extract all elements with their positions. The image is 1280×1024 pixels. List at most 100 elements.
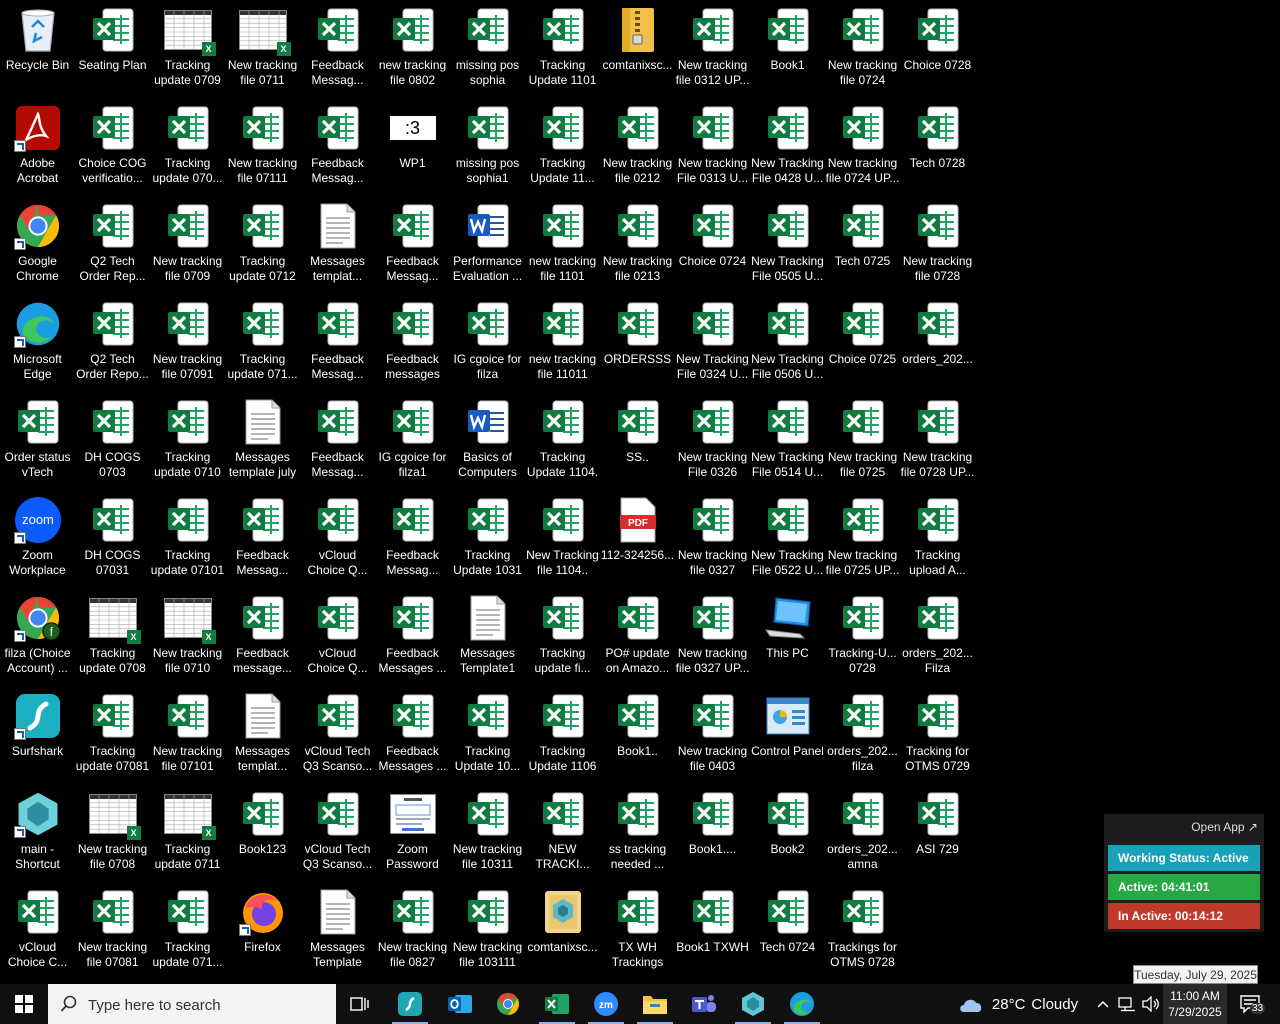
taskbar-surfshark[interactable] — [386, 984, 434, 1024]
desktop-icon[interactable]: Adobe Acrobat — [0, 98, 75, 196]
desktop-icon[interactable]: Book123 — [225, 784, 300, 882]
desktop-icon[interactable]: orders_202... — [900, 294, 975, 392]
desktop-icon[interactable]: Tracking Update 1104. — [525, 392, 600, 490]
desktop-icon[interactable]: New tracking file 0725 — [825, 392, 900, 490]
desktop-icon[interactable]: New tracking file 0212 — [600, 98, 675, 196]
desktop-icon[interactable]: Feedback Messag... — [300, 294, 375, 392]
desktop-icon[interactable]: Tracking update 070... — [150, 98, 225, 196]
desktop-icon[interactable]: Performance Evaluation ... — [450, 196, 525, 294]
desktop-icon[interactable]: Order status vTech — [0, 392, 75, 490]
desktop-icon[interactable]: New tracking File 0313 U... — [675, 98, 750, 196]
notification-center-button[interactable]: 33 — [1232, 984, 1268, 1024]
desktop-icon[interactable]: Book1 — [750, 0, 825, 98]
desktop-icon[interactable]: Tracking update 0712 — [225, 196, 300, 294]
taskbar-main-app[interactable] — [729, 984, 777, 1024]
desktop-icon[interactable]: Feedback Messag... — [375, 196, 450, 294]
taskbar-chrome[interactable] — [484, 984, 532, 1024]
desktop-icon[interactable]: X New tracking file 0711 — [225, 0, 300, 98]
weather-widget[interactable]: 28°C Cloudy — [955, 984, 1080, 1024]
desktop-icon[interactable]: Feedback Messages ... — [375, 588, 450, 686]
desktop-icon[interactable]: New Tracking File 0506 U... — [750, 294, 825, 392]
desktop-icon[interactable]: Tracking Update 11... — [525, 98, 600, 196]
desktop-icon[interactable]: vCloud Tech Q3 Scanso... — [300, 686, 375, 784]
desktop-icon[interactable]: Messages Template — [300, 882, 375, 980]
desktop-icon[interactable]: ss tracking needed ... — [600, 784, 675, 882]
desktop-icon[interactable]: New tracking file 10311 — [450, 784, 525, 882]
desktop-icon[interactable]: New tracking file 103111 — [450, 882, 525, 980]
desktop-icon[interactable]: Feedback Messag... — [225, 490, 300, 588]
desktop-icon[interactable]: ORDERSSS — [600, 294, 675, 392]
desktop-icon[interactable]: Firefox — [225, 882, 300, 980]
desktop-icon[interactable]: new tracking file 1101 — [525, 196, 600, 294]
taskbar-search-box[interactable] — [48, 984, 336, 1024]
desktop-icon[interactable]: main - Shortcut — [0, 784, 75, 882]
volume-button[interactable] — [1140, 984, 1162, 1024]
desktop-icon[interactable]: New tracking file 0213 — [600, 196, 675, 294]
desktop-icon[interactable]: X New tracking file 0710 — [150, 588, 225, 686]
desktop-icon[interactable]: missing pos sophia — [450, 0, 525, 98]
desktop-icon[interactable]: Feedback Messag... — [300, 0, 375, 98]
desktop-icon[interactable]: :3 WP1 — [375, 98, 450, 196]
desktop-icon[interactable]: TX WH Trackings — [600, 882, 675, 980]
desktop-icon[interactable]: Feedback Messag... — [300, 98, 375, 196]
desktop-icon[interactable]: Surfshark — [0, 686, 75, 784]
show-hidden-icons-button[interactable] — [1092, 984, 1114, 1024]
desktop-icon[interactable]: New tracking file 0327 — [675, 490, 750, 588]
desktop-icon[interactable]: DH COGS 07031 — [75, 490, 150, 588]
desktop-icon[interactable]: Google Chrome — [0, 196, 75, 294]
desktop-icon[interactable]: Tracking Update 1101 — [525, 0, 600, 98]
desktop-icon[interactable]: Control Panel — [750, 686, 825, 784]
desktop-icon[interactable]: Messages template july — [225, 392, 300, 490]
desktop-icon[interactable]: Feedback messages — [375, 294, 450, 392]
desktop-icon[interactable]: zoom Zoom Workplace — [0, 490, 75, 588]
desktop-icon[interactable]: Tracking Update 1106 — [525, 686, 600, 784]
desktop-icon[interactable]: New tracking file 07091 — [150, 294, 225, 392]
desktop-icon[interactable]: Q2 Tech Order Rep... — [75, 196, 150, 294]
desktop-icon[interactable]: Basics of Computers — [450, 392, 525, 490]
desktop-icon[interactable]: new tracking file 0802 — [375, 0, 450, 98]
open-app-link[interactable]: Open App ↗ — [1191, 820, 1258, 834]
taskbar-excel[interactable] — [533, 984, 581, 1024]
desktop-icon[interactable]: Messages templat... — [300, 196, 375, 294]
desktop-icon[interactable]: Messages Template1 — [450, 588, 525, 686]
desktop-icon[interactable]: New Tracking File 0522 U... — [750, 490, 825, 588]
desktop-icon[interactable]: Microsoft Edge — [0, 294, 75, 392]
desktop-icon[interactable]: orders_202... filza — [825, 686, 900, 784]
desktop-icon[interactable]: New tracking file 0724 UP... — [825, 98, 900, 196]
desktop-icon[interactable]: X Tracking update 0711 — [150, 784, 225, 882]
desktop-icon[interactable]: New tracking file 0403 — [675, 686, 750, 784]
desktop-icon[interactable]: New Tracking File 0428 U... — [750, 98, 825, 196]
clock[interactable]: 11:00 AM 7/29/2025 — [1163, 984, 1227, 1024]
desktop-icon[interactable]: X Tracking update 0709 — [150, 0, 225, 98]
desktop-icon[interactable]: X Tracking update 0708 — [75, 588, 150, 686]
desktop-icon[interactable]: New Tracking File 0324 U... — [675, 294, 750, 392]
desktop-icon[interactable]: orders_202... amna — [825, 784, 900, 882]
desktop-icon[interactable]: New tracking file 07101 — [150, 686, 225, 784]
desktop-icon[interactable]: This PC — [750, 588, 825, 686]
desktop-icon[interactable]: New tracking file 0709 — [150, 196, 225, 294]
desktop-icon[interactable]: Book2 — [750, 784, 825, 882]
desktop-icon[interactable]: comtanixsc... — [600, 0, 675, 98]
desktop-icon[interactable]: Feedback Messag... — [300, 392, 375, 490]
desktop-icon[interactable]: Zoom Password — [375, 784, 450, 882]
desktop-icon[interactable]: Tracking update 07101 — [150, 490, 225, 588]
desktop-icon[interactable]: DH COGS 0703 — [75, 392, 150, 490]
desktop-icon[interactable]: New tracking file 0728 UP... — [900, 392, 975, 490]
desktop-icon[interactable]: New tracking file 07081 — [75, 882, 150, 980]
desktop-icon[interactable]: Trackings for OTMS 0728 — [825, 882, 900, 980]
desktop-icon[interactable]: Tracking-U... 0728 — [825, 588, 900, 686]
desktop-icon[interactable]: New tracking file 07111 — [225, 98, 300, 196]
taskbar-edge[interactable] — [778, 984, 826, 1024]
desktop-icon[interactable]: Tracking Update 1031 — [450, 490, 525, 588]
desktop[interactable]: Recycle Bin Adobe Acrobat Google Chrome Mic… — [0, 0, 1280, 984]
desktop-icon[interactable]: New tracking file 0724 — [825, 0, 900, 98]
desktop-icon[interactable]: Tech 0724 — [750, 882, 825, 980]
desktop-icon[interactable]: Choice 0725 — [825, 294, 900, 392]
taskbar-outlook[interactable] — [436, 984, 484, 1024]
desktop-icon[interactable]: new tracking file 11011 — [525, 294, 600, 392]
desktop-icon[interactable]: Tracking upload A... — [900, 490, 975, 588]
desktop-icon[interactable]: SS.. — [600, 392, 675, 490]
desktop-icon[interactable]: comtanixsc... — [525, 882, 600, 980]
desktop-icon[interactable]: Choice 0724 — [675, 196, 750, 294]
desktop-icon[interactable]: vCloud Tech Q3 Scanso... — [300, 784, 375, 882]
